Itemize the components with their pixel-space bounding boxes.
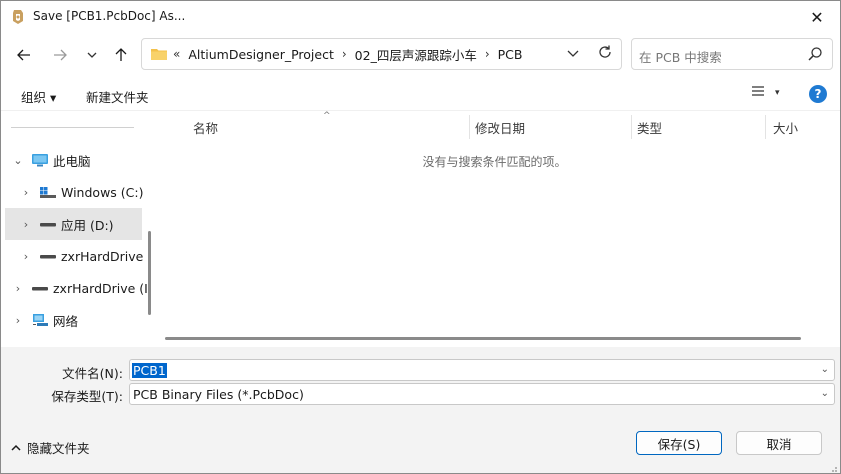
file-list-horizontal-scrollbar[interactable]: [165, 337, 801, 340]
chevron-down-icon[interactable]: ⌄: [821, 364, 829, 375]
empty-results-message: 没有与搜索条件匹配的项。: [422, 155, 567, 169]
tree-item-this-pc[interactable]: ⌄ 此电脑: [11, 144, 151, 176]
breadcrumb-item[interactable]: PCB: [498, 47, 523, 62]
drive-icon: [40, 255, 56, 259]
tree-item-label: 应用 (D:): [61, 217, 114, 233]
tree-item-label: zxrHardDrive: [61, 248, 144, 264]
chevron-up-icon: [11, 444, 21, 451]
save-button[interactable]: 保存(S): [636, 431, 722, 455]
drive-icon: [40, 223, 56, 227]
chevron-down-icon[interactable]: ⌄: [821, 388, 829, 399]
tree-item-label: zxrHardDrive (I: [53, 280, 148, 296]
filetype-select[interactable]: PCB Binary Files (*.PcbDoc) ⌄: [129, 383, 835, 405]
tree-item-zxrharddrive-2[interactable]: › zxrHardDrive (I: [11, 272, 151, 304]
tree-item-label: 此电脑: [53, 153, 91, 169]
arrow-left-icon: [17, 49, 30, 61]
drive-icon: [32, 287, 48, 291]
tree-item-zxrharddrive[interactable]: › zxrHardDrive: [19, 240, 156, 272]
column-divider[interactable]: [765, 115, 766, 139]
navigation-pane: ⌄ 此电脑 › Windows (C:) › 应用 (D:) › zxrHard…: [1, 111, 156, 345]
altium-app-icon: [13, 10, 23, 24]
chevron-right-icon[interactable]: ›: [19, 218, 33, 231]
organize-button[interactable]: 组织 ▾: [21, 87, 56, 106]
breadcrumb-item[interactable]: 02_四层声源跟踪小车: [355, 45, 477, 64]
nav-divider: [11, 127, 134, 128]
chevron-right-icon[interactable]: ›: [19, 250, 33, 263]
filetype-label: 保存类型(T):: [51, 389, 123, 404]
column-divider[interactable]: [469, 115, 470, 139]
tree-item-label: 网络: [53, 313, 79, 329]
refresh-icon: [599, 45, 611, 58]
filetype-value: PCB Binary Files (*.PcbDoc): [133, 387, 304, 402]
tree-item-network[interactable]: › 网络: [11, 304, 151, 336]
close-button[interactable]: ✕: [794, 1, 840, 33]
resize-grip-icon[interactable]: [828, 463, 838, 473]
new-folder-button[interactable]: 新建文件夹: [86, 87, 149, 106]
breadcrumb: « AltiumDesigner_Project › 02_四层声源跟踪小车 ›…: [173, 45, 522, 64]
recent-locations-button[interactable]: [79, 43, 105, 67]
close-icon: ✕: [810, 7, 824, 27]
command-bar: 组织 ▾ 新建文件夹 ▾ ?: [1, 77, 840, 111]
column-header-size[interactable]: 大小: [773, 115, 798, 139]
chevron-right-icon[interactable]: ›: [11, 282, 25, 295]
cancel-button[interactable]: 取消: [736, 431, 822, 455]
forward-button[interactable]: [47, 43, 73, 67]
column-divider[interactable]: [631, 115, 632, 139]
help-button[interactable]: ?: [809, 85, 827, 103]
up-button[interactable]: [108, 43, 134, 67]
nav-pane-scrollbar[interactable]: [148, 231, 151, 315]
save-form: 文件名(N): PCB1 ⌄ 保存类型(T): PCB Binary Files…: [1, 347, 840, 473]
address-bar[interactable]: « AltiumDesigner_Project › 02_四层声源跟踪小车 ›…: [141, 38, 622, 70]
arrow-right-icon: [54, 49, 67, 61]
computer-icon: [32, 154, 48, 167]
column-header-name[interactable]: 名称: [193, 115, 218, 139]
tree-item-windows-c[interactable]: › Windows (C:): [19, 176, 156, 208]
arrow-up-icon: [115, 48, 127, 61]
breadcrumb-separator-icon[interactable]: ›: [485, 47, 490, 61]
network-icon: [33, 314, 48, 326]
address-history-dropdown[interactable]: [567, 46, 579, 60]
breadcrumb-item[interactable]: AltiumDesigner_Project: [188, 47, 334, 62]
filename-field[interactable]: PCB1 ⌄: [129, 359, 835, 381]
search-placeholder: 在 PCB 中搜索: [639, 50, 722, 65]
sort-ascending-icon: ^: [323, 111, 331, 121]
column-header-modified[interactable]: 修改日期: [475, 115, 525, 139]
chevron-right-icon[interactable]: ›: [19, 186, 33, 199]
breadcrumb-separator-icon[interactable]: ›: [342, 47, 347, 61]
title-bar: Save [PCB1.PcbDoc] As... ✕: [1, 1, 840, 33]
breadcrumb-overflow[interactable]: «: [173, 47, 180, 61]
chevron-down-icon[interactable]: ⌄: [11, 154, 25, 167]
filename-label: 文件名(N):: [62, 366, 123, 381]
tree-item-label: Windows (C:): [61, 184, 144, 200]
save-as-dialog: Save [PCB1.PcbDoc] As... ✕ « AltiumDesig…: [0, 0, 841, 474]
navigation-bar: « AltiumDesigner_Project › 02_四层声源跟踪小车 ›…: [1, 33, 840, 77]
window-title: Save [PCB1.PcbDoc] As...: [33, 9, 186, 23]
filename-value[interactable]: PCB1: [132, 363, 167, 378]
refresh-button[interactable]: [597, 44, 613, 64]
chevron-down-icon: [567, 50, 579, 57]
search-icon: [808, 47, 822, 61]
windows-drive-icon: [40, 187, 56, 198]
file-list: ^ 名称 修改日期 类型 大小 没有与搜索条件匹配的项。: [161, 111, 840, 345]
chevron-down-icon: [87, 52, 97, 58]
column-header-type[interactable]: 类型: [637, 115, 662, 139]
hide-folders-label: 隐藏文件夹: [27, 441, 90, 456]
hide-folders-toggle[interactable]: 隐藏文件夹: [11, 438, 90, 457]
search-input[interactable]: 在 PCB 中搜索: [631, 38, 833, 70]
view-dropdown-icon[interactable]: ▾: [775, 88, 780, 98]
view-options-button[interactable]: [751, 85, 765, 101]
folder-icon: [151, 49, 167, 60]
list-view-icon: [752, 86, 764, 96]
back-button[interactable]: [11, 43, 37, 67]
chevron-right-icon[interactable]: ›: [11, 314, 25, 327]
tree-item-drive-d[interactable]: › 应用 (D:): [5, 208, 142, 240]
